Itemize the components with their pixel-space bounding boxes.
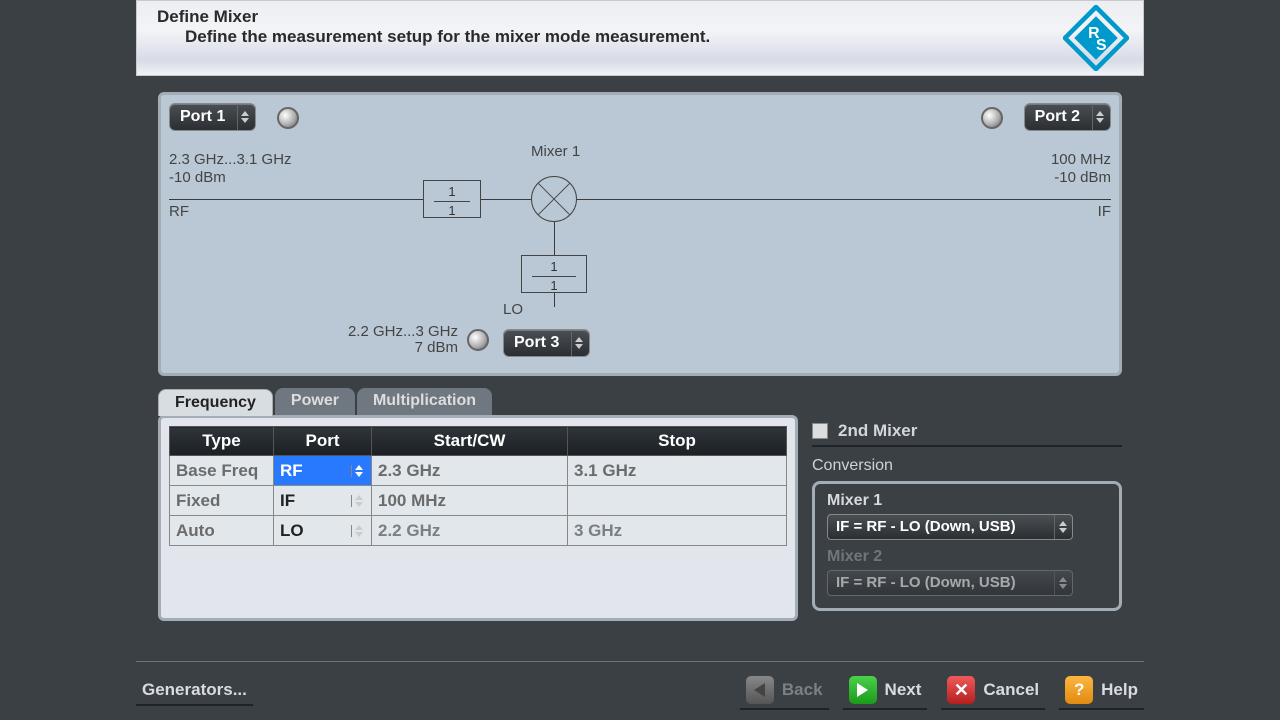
rf-power: -10 dBm xyxy=(169,169,226,186)
col-type: Type xyxy=(170,427,274,456)
col-start: Start/CW xyxy=(372,427,568,456)
port3-label: Port 3 xyxy=(514,330,567,356)
tab-frequency[interactable]: Frequency xyxy=(158,389,273,416)
port1-connector-icon xyxy=(277,107,299,129)
table-row: Fixed IF 100 MHz xyxy=(170,486,787,516)
mixer2-label: Mixer 2 xyxy=(827,548,1107,566)
cell-port-select[interactable]: RF xyxy=(274,456,372,486)
cell-start: 2.2 GHz xyxy=(372,516,568,546)
lo-ratio-den: 1 xyxy=(550,278,557,293)
lo-power: 7 dBm xyxy=(346,339,458,356)
cell-type: Fixed xyxy=(170,486,274,516)
lo-ratio-num: 1 xyxy=(550,259,557,274)
cell-start[interactable]: 100 MHz xyxy=(372,486,568,516)
if-label: IF xyxy=(1098,203,1111,220)
cell-type: Base Freq xyxy=(170,456,274,486)
tab-multiplication[interactable]: Multiplication xyxy=(357,388,492,415)
generators-button[interactable]: Generators... xyxy=(136,676,253,706)
mixer-label: Mixer 1 xyxy=(531,143,580,160)
second-mixer-label: 2nd Mixer xyxy=(838,421,917,441)
mixer1-label: Mixer 1 xyxy=(827,492,1107,510)
col-port: Port xyxy=(274,427,372,456)
dialog-subtitle: Define the measurement setup for the mix… xyxy=(185,27,1123,47)
stepper-icon xyxy=(571,330,585,356)
back-icon xyxy=(746,676,774,704)
button-bar: Generators... Back Next ✕ Cancel ? Help xyxy=(136,661,1144,710)
cell-start[interactable]: 2.3 GHz xyxy=(372,456,568,486)
cell-stop[interactable]: 3.1 GHz xyxy=(568,456,787,486)
svg-text:S: S xyxy=(1096,37,1107,54)
rf-ratio-box[interactable]: 1 1 xyxy=(423,180,481,218)
stepper-icon xyxy=(351,495,365,507)
cell-port-select[interactable]: IF xyxy=(274,486,372,516)
dialog-title: Define Mixer xyxy=(157,7,1123,27)
dialog-header: Define Mixer Define the measurement setu… xyxy=(136,0,1144,76)
help-icon: ? xyxy=(1065,676,1093,704)
mixer1-conversion-select[interactable]: IF = RF - LO (Down, USB) xyxy=(827,514,1073,540)
cell-type: Auto xyxy=(170,516,274,546)
mixer-diagram: Port 1 Port 2 2.3 GHz...3.1 GHz -10 dBm … xyxy=(158,92,1122,376)
port1-label: Port 1 xyxy=(180,104,233,130)
stepper-icon xyxy=(237,104,251,130)
lo-ratio-box[interactable]: 1 1 xyxy=(521,255,587,293)
cell-port-select[interactable]: LO xyxy=(274,516,372,546)
conversion-title: Conversion xyxy=(812,457,1122,475)
second-mixer-checkbox[interactable]: 2nd Mixer xyxy=(812,421,1122,447)
signal-line xyxy=(169,199,1111,200)
port3-select[interactable]: Port 3 xyxy=(503,329,590,357)
col-stop: Stop xyxy=(568,427,787,456)
help-button[interactable]: ? Help xyxy=(1059,672,1144,710)
stepper-icon xyxy=(351,525,365,537)
conversion-group: Mixer 1 IF = RF - LO (Down, USB) Mixer 2… xyxy=(812,481,1122,611)
stepper-icon xyxy=(1054,571,1070,595)
rf-label: RF xyxy=(169,203,189,220)
conversion-panel: 2nd Mixer Conversion Mixer 1 IF = RF - L… xyxy=(812,415,1122,621)
checkbox-icon xyxy=(812,423,828,439)
next-icon xyxy=(849,676,877,704)
rf-ratio-den: 1 xyxy=(448,203,455,218)
frequency-table-panel: Type Port Start/CW Stop Base Freq RF 2.3… xyxy=(158,415,798,621)
tab-bar: Frequency Power Multiplication xyxy=(158,388,1122,415)
rf-ratio-num: 1 xyxy=(448,184,455,199)
stepper-icon xyxy=(351,465,365,477)
lo-line2 xyxy=(554,293,555,307)
lo-freq-range: 2.2 GHz...3 GHz xyxy=(346,323,458,340)
stepper-icon xyxy=(1092,104,1106,130)
rf-freq-range: 2.3 GHz...3.1 GHz xyxy=(169,151,292,168)
brand-logo-icon: R S xyxy=(1063,5,1129,71)
lo-label: LO xyxy=(503,301,523,318)
port3-connector-icon xyxy=(467,329,489,351)
cancel-button[interactable]: ✕ Cancel xyxy=(941,672,1045,710)
next-button[interactable]: Next xyxy=(843,672,928,710)
cell-stop xyxy=(568,486,787,516)
mixer-symbol-icon xyxy=(531,176,577,222)
table-row: Auto LO 2.2 GHz 3 GHz xyxy=(170,516,787,546)
cancel-icon: ✕ xyxy=(947,676,975,704)
tab-power[interactable]: Power xyxy=(275,388,355,415)
port2-connector-icon xyxy=(981,107,1003,129)
port2-select[interactable]: Port 2 xyxy=(1024,103,1111,131)
port1-select[interactable]: Port 1 xyxy=(169,103,256,131)
back-button: Back xyxy=(740,672,829,710)
mixer2-conversion-select: IF = RF - LO (Down, USB) xyxy=(827,570,1073,596)
cell-stop: 3 GHz xyxy=(568,516,787,546)
if-power: -10 dBm xyxy=(1054,169,1111,186)
frequency-table: Type Port Start/CW Stop Base Freq RF 2.3… xyxy=(169,426,787,546)
if-freq: 100 MHz xyxy=(1051,151,1111,168)
port2-label: Port 2 xyxy=(1035,104,1088,130)
table-row: Base Freq RF 2.3 GHz 3.1 GHz xyxy=(170,456,787,486)
stepper-icon xyxy=(1054,515,1070,539)
